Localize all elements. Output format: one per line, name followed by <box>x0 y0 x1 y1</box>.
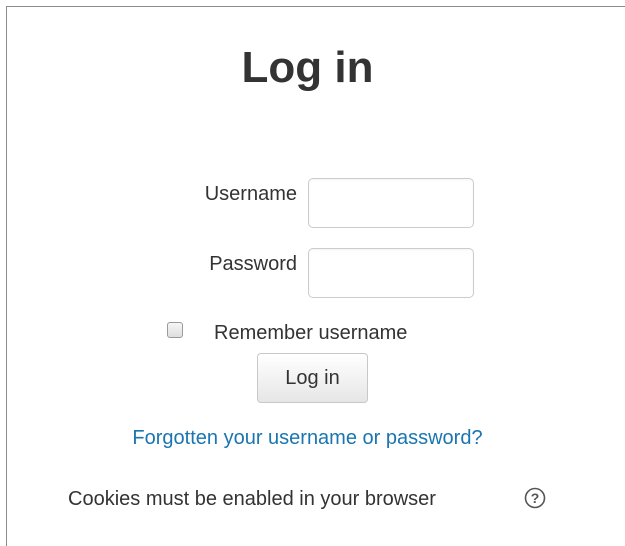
password-input[interactable] <box>308 248 474 298</box>
forgot-password-link[interactable]: Forgotten your username or password? <box>0 427 615 450</box>
svg-text:?: ? <box>531 490 540 506</box>
cookies-notice: Cookies must be enabled in your browser <box>68 488 436 510</box>
remember-username-checkbox[interactable] <box>167 322 183 338</box>
question-circle-icon[interactable]: ? <box>524 487 546 509</box>
password-label: Password <box>209 253 297 275</box>
page-title: Log in <box>241 43 374 92</box>
username-input[interactable] <box>308 178 474 228</box>
remember-username-label: Remember username <box>214 322 408 344</box>
login-button[interactable]: Log in <box>257 353 368 403</box>
help-icon-graphic: ? <box>524 487 546 509</box>
username-label: Username <box>204 183 297 205</box>
